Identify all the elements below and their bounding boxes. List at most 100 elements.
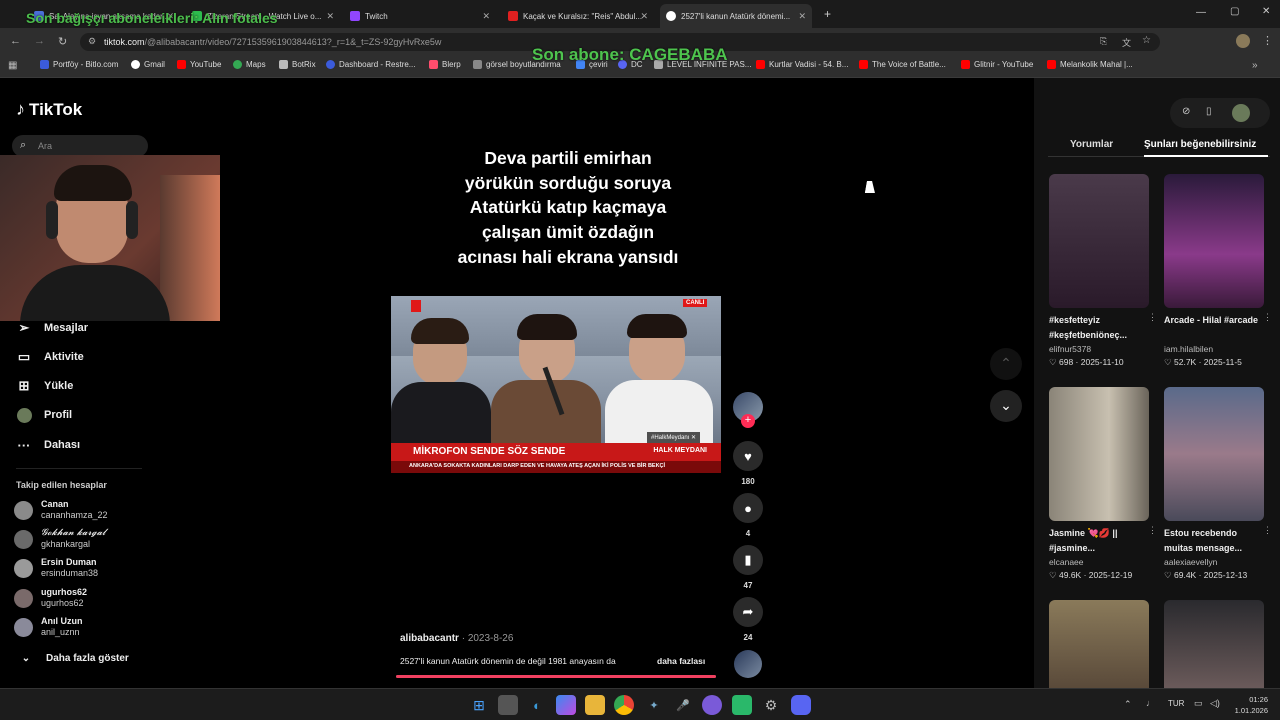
bookmark-item[interactable]: The Voice of Battle...: [859, 60, 946, 69]
like-button[interactable]: ♥ 180: [733, 441, 763, 486]
previous-video-button[interactable]: ⌃: [990, 348, 1022, 380]
suggested-video-card[interactable]: Arcade - Hilal #arcade iam.hilalbilen ♡ …: [1164, 174, 1272, 368]
bookmark-item[interactable]: Maps: [233, 60, 266, 69]
app-icon[interactable]: [702, 695, 722, 715]
microphone-app-icon[interactable]: 🎤: [673, 695, 693, 715]
followed-account[interactable]: 𝓖𝓸𝓴𝓱𝓪𝓷 𝓴𝓪𝓻𝓰𝓪𝓵 gkhankargal: [14, 528, 106, 550]
close-tab-icon[interactable]: ✕: [326, 11, 334, 22]
apps-grid-icon[interactable]: ▦: [8, 60, 17, 71]
settings-gear-icon[interactable]: ⚙: [761, 695, 781, 715]
nav-messages[interactable]: ➢ Mesajlar: [16, 320, 88, 336]
tab-you-may-like[interactable]: Şunları beğenebilirsiniz: [1144, 139, 1256, 150]
site-info-icon[interactable]: ⚙: [88, 36, 96, 47]
bookmark-item[interactable]: Dashboard - Restre...: [326, 60, 415, 69]
avatar: [14, 617, 33, 637]
suggested-video-card[interactable]: Jasmine 💘💋 || #jasmine... elcanaee ♡ 49.…: [1049, 387, 1157, 581]
card-menu-icon[interactable]: ⋮: [1148, 525, 1157, 536]
tiktok-logo[interactable]: ♪ TikTok: [16, 99, 82, 120]
nav-profile[interactable]: Profil: [16, 407, 72, 423]
chrome-icon[interactable]: [614, 695, 634, 715]
edge-browser-icon[interactable]: ◐: [527, 695, 547, 715]
next-video-button[interactable]: ⌄: [990, 390, 1022, 422]
new-tab-icon[interactable]: +: [824, 7, 831, 21]
followed-account[interactable]: Ersin Duman ersinduman38: [14, 557, 98, 579]
video-player[interactable]: CANLI #HalkMeydanı ✕ MİKROFON SENDE SÖZ …: [391, 296, 721, 473]
followed-account[interactable]: Canan cananhamza_22: [14, 499, 108, 521]
copilot-icon[interactable]: [556, 695, 576, 715]
install-icon[interactable]: ⎘: [1100, 36, 1107, 47]
bookmark-item[interactable]: Glitnir - YouTube: [961, 60, 1033, 69]
share-arrow-icon: ➦: [733, 597, 763, 627]
reload-icon[interactable]: ↻: [58, 35, 67, 48]
save-button[interactable]: ▮ 47: [733, 545, 763, 590]
suggested-video-card[interactable]: Estou recebendo muitas mensage... aalexi…: [1164, 387, 1272, 581]
file-explorer-icon[interactable]: [585, 695, 605, 715]
music-disc-icon[interactable]: [734, 650, 762, 678]
clock[interactable]: 01:26 1.01.2026: [1232, 694, 1268, 716]
tab-comments[interactable]: Yorumlar: [1070, 139, 1113, 150]
nav-activity[interactable]: ▭ Aktivite: [16, 349, 84, 365]
author-avatar-button[interactable]: +: [733, 392, 763, 428]
bookmark-item[interactable]: Portföy - Bitlo.com: [40, 60, 118, 69]
task-view-icon[interactable]: [498, 695, 518, 715]
browser-tab[interactable]: Kaçak ve Kuralsız: "Reis" Abdul... ✕: [502, 4, 654, 28]
minimize-icon[interactable]: —: [1196, 7, 1206, 18]
followed-account[interactable]: ugurhos62 ugurhos62: [14, 587, 87, 609]
close-tab-icon[interactable]: ✕: [482, 11, 490, 22]
upload-icon: ⊞: [18, 378, 30, 393]
back-icon[interactable]: ←: [10, 35, 21, 47]
search-icon: ⌕: [20, 139, 27, 151]
compass-icon[interactable]: ⊘: [1182, 106, 1190, 117]
bookmark-item[interactable]: BotRix: [279, 60, 316, 69]
follow-plus-icon[interactable]: +: [741, 414, 755, 428]
network-icon[interactable]: ▭: [1194, 698, 1203, 709]
bookmark-star-icon[interactable]: ☆: [1142, 35, 1151, 46]
browser-tab[interactable]: Twitch ✕: [344, 4, 496, 28]
video-thumbnail: [1164, 600, 1264, 688]
suggested-video-card[interactable]: #kesfetteyiz #keşfetbeniöneç... elifnur5…: [1049, 174, 1157, 368]
chevron-down-icon: ⌄: [21, 652, 31, 664]
phone-icon[interactable]: ▯: [1206, 106, 1212, 117]
maximize-icon[interactable]: ▢: [1230, 6, 1239, 17]
windows-start-icon[interactable]: ⊞: [469, 695, 489, 715]
app-icon[interactable]: [732, 695, 752, 715]
suggested-video-card[interactable]: [1164, 600, 1264, 688]
show-more-button[interactable]: ⌄ Daha fazla göster: [18, 650, 129, 666]
search-input[interactable]: ⌕ Ara: [12, 135, 148, 157]
tray-chevron-icon[interactable]: ⌃: [1124, 699, 1132, 710]
language-indicator[interactable]: TUR: [1168, 699, 1184, 708]
more-bookmarks-icon[interactable]: »: [1252, 60, 1258, 71]
close-tab-icon[interactable]: ✕: [798, 11, 806, 22]
mic-tray-icon[interactable]: ♩: [1146, 698, 1155, 708]
profile-avatar[interactable]: [1236, 34, 1250, 48]
more-text-button[interactable]: daha fazlası: [657, 656, 705, 666]
browser-menu-icon[interactable]: ⋮: [1262, 34, 1273, 47]
suggested-video-card[interactable]: [1049, 600, 1149, 688]
bookmark-item[interactable]: Gmail: [131, 60, 165, 69]
card-menu-icon[interactable]: ⋮: [1263, 312, 1272, 323]
followed-account[interactable]: Anıl Uzun anil_uznn: [14, 616, 83, 638]
nav-upload[interactable]: ⊞ Yükle: [16, 378, 74, 394]
close-window-icon[interactable]: ✕: [1262, 6, 1270, 17]
user-avatar[interactable]: [1232, 104, 1250, 122]
bookmark-item[interactable]: Blerp: [429, 60, 461, 69]
author-name[interactable]: alibabacantr: [400, 633, 459, 644]
bookmark-item[interactable]: Melankolik Mahal |...: [1047, 60, 1133, 69]
video-progress-track[interactable]: [396, 675, 716, 678]
tab-favicon-icon: [508, 11, 518, 21]
card-menu-icon[interactable]: ⋮: [1263, 525, 1272, 536]
bookmark-item[interactable]: YouTube: [177, 60, 221, 69]
more-icon: ···: [17, 437, 31, 453]
forward-icon[interactable]: →: [34, 35, 45, 47]
browser-tab-active[interactable]: 2527'li kanun Atatürk dönemi... ✕: [660, 4, 812, 28]
nav-more[interactable]: ··· Dahası: [16, 437, 81, 453]
translate-icon[interactable]: 文: [1122, 36, 1131, 49]
card-menu-icon[interactable]: ⋮: [1148, 312, 1157, 323]
close-tab-icon[interactable]: ✕: [640, 11, 648, 22]
volume-icon[interactable]: ◁): [1210, 698, 1220, 709]
comment-button[interactable]: ● 4: [733, 493, 763, 538]
share-button[interactable]: ➦ 24: [733, 597, 763, 642]
bookmark-item[interactable]: Kurtlar Vadisi - 54. B...: [756, 60, 848, 69]
app-icon[interactable]: ✦: [644, 695, 664, 715]
discord-icon[interactable]: [791, 695, 811, 715]
